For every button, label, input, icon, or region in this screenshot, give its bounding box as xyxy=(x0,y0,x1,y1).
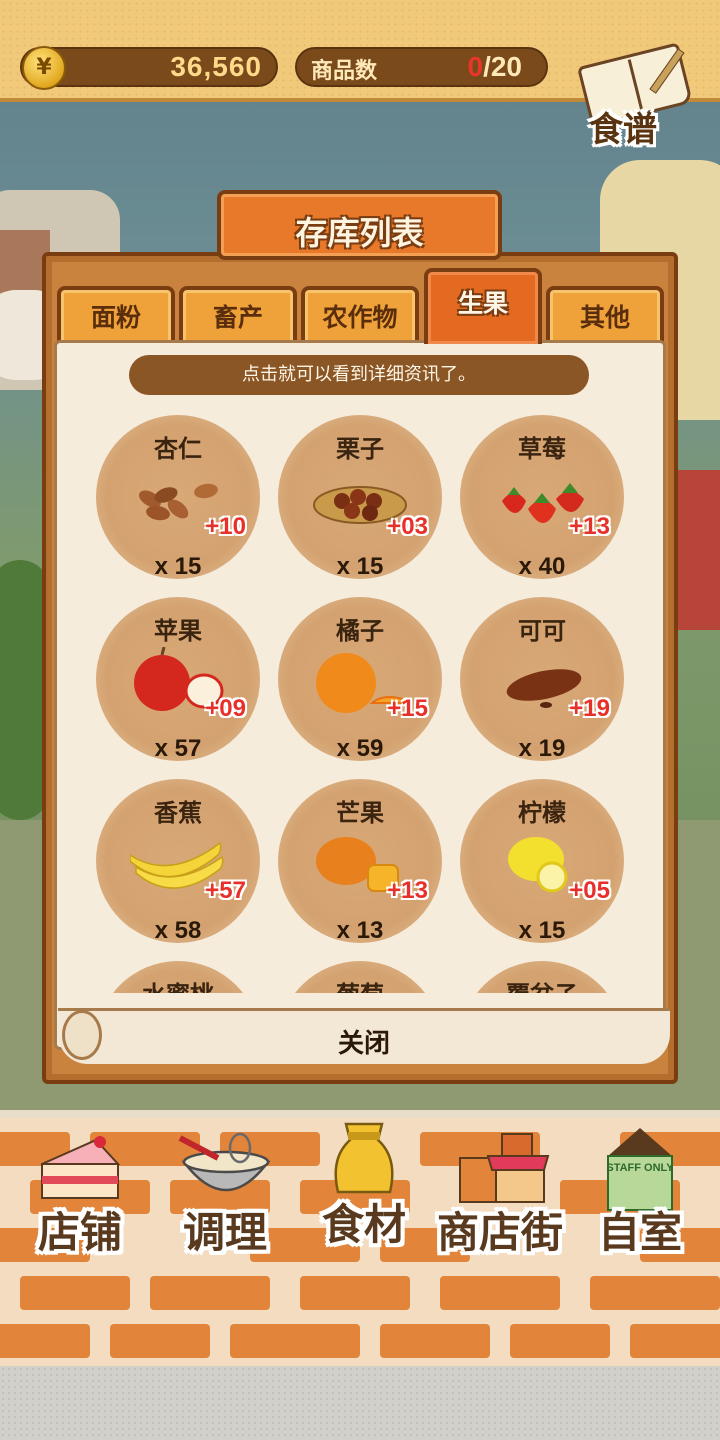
item-bonus: +09 xyxy=(205,695,246,722)
tab-fruit[interactable]: 生果 xyxy=(424,268,542,344)
tab-crops[interactable]: 农作物 xyxy=(301,286,419,344)
goods-count-display: 商品数 0/20 xyxy=(295,47,548,87)
recipe-label: 食谱 xyxy=(589,110,657,150)
hint-bar: 点击就可以看到详细资讯了。 xyxy=(129,355,589,395)
nav-shopping-street[interactable]: 商店街 xyxy=(430,1120,570,1260)
item-quantity: x 57 xyxy=(154,735,202,762)
close-label: 关闭 xyxy=(337,1029,390,1059)
item-cell-strawberry[interactable]: 草莓 +13 x 40 xyxy=(460,409,624,580)
money-display: ¥ 36,560 xyxy=(20,46,278,90)
money-value: 36,560 xyxy=(170,51,262,82)
item-bonus: +13 xyxy=(387,877,428,904)
item-cell-lemon[interactable]: 柠檬 +05 x 15 xyxy=(460,773,624,944)
item-bonus: +57 xyxy=(205,877,246,904)
tab-flour[interactable]: 面粉 xyxy=(57,286,175,344)
nav-cooking[interactable]: 调理 xyxy=(160,1120,290,1260)
item-cell-cacao[interactable]: 可可 +19 x 19 xyxy=(460,591,624,762)
item-bonus: +13 xyxy=(569,513,610,540)
mixing-bowl-icon xyxy=(178,1132,271,1192)
nav-shopping-street-label: 商店街 xyxy=(436,1208,563,1257)
ground xyxy=(0,1366,720,1440)
item-bonus: +19 xyxy=(569,695,610,722)
item-quantity: x 13 xyxy=(336,917,384,944)
item-cell-apple[interactable]: 苹果 +09 x 57 xyxy=(96,591,260,762)
goods-count: 0/20 xyxy=(467,51,522,83)
item-name: 栗子 xyxy=(336,435,384,463)
item-name: 覆盆子 xyxy=(460,975,624,993)
item-name: 葡萄 xyxy=(278,975,442,993)
flour-sack-icon xyxy=(334,1122,394,1194)
item-cell-raspberry[interactable]: 覆盆子 xyxy=(460,955,624,993)
modal-title: 存库列表 xyxy=(295,214,424,252)
item-cell-grape[interactable]: 葡萄 xyxy=(278,955,442,993)
nav-cooking-label: 调理 xyxy=(182,1208,267,1257)
item-grid[interactable]: 杏仁 +10 x 15 栗子 +03 x 15 草莓 +13 x 40 苹果 +… xyxy=(70,405,650,993)
item-bonus: +03 xyxy=(387,513,428,540)
item-name: 芒果 xyxy=(336,799,384,827)
item-bonus: +15 xyxy=(387,695,428,722)
tab-livestock[interactable]: 畜产 xyxy=(179,286,297,344)
nav-ingredients[interactable]: 食材 xyxy=(312,1112,416,1252)
item-quantity: x 58 xyxy=(154,917,202,944)
item-bonus: +05 xyxy=(569,877,610,904)
item-name: 草莓 xyxy=(518,435,566,463)
item-name: 水蜜桃 xyxy=(96,975,260,993)
item-name: 香蕉 xyxy=(154,799,202,827)
item-cell-banana[interactable]: 香蕉 +57 x 58 xyxy=(96,773,260,944)
item-quantity: x 15 xyxy=(154,553,202,580)
tab-other[interactable]: 其他 xyxy=(546,286,664,344)
item-quantity: x 40 xyxy=(518,553,566,580)
item-cell-mango[interactable]: 芒果 +13 x 13 xyxy=(278,773,442,944)
modal-title-plate: 存库列表 xyxy=(217,190,502,260)
shop-street-icon xyxy=(459,1133,550,1203)
yen-coin-icon: ¥ xyxy=(22,46,66,90)
recipe-book-button[interactable]: 食谱 xyxy=(577,40,697,150)
cake-icon xyxy=(41,1136,121,1199)
item-cell-almond[interactable]: 杏仁 +10 x 15 xyxy=(96,409,260,580)
item-name: 苹果 xyxy=(154,617,202,645)
item-quantity: x 15 xyxy=(336,553,384,580)
top-hud: ¥ 36,560 商品数 0/20 食谱 xyxy=(0,0,720,150)
nav-my-room[interactable]: STAFF ONLY 自室 xyxy=(590,1120,690,1260)
item-name: 橘子 xyxy=(336,617,384,645)
item-quantity: x 15 xyxy=(518,917,566,944)
close-button[interactable]: 关闭 xyxy=(58,1008,670,1064)
item-cell-chestnut[interactable]: 栗子 +03 x 15 xyxy=(278,409,442,580)
staff-only-sign-text: STAFF ONLY xyxy=(606,1162,674,1174)
item-name: 可可 xyxy=(518,617,566,645)
goods-label: 商品数 xyxy=(311,59,378,84)
item-name: 柠檬 xyxy=(518,799,566,827)
item-cell-orange[interactable]: 橘子 +15 x 59 xyxy=(278,591,442,762)
scroll-curl-decoration xyxy=(62,1010,102,1060)
item-cell-peach[interactable]: 水蜜桃 xyxy=(96,955,260,993)
item-name: 杏仁 xyxy=(154,435,202,463)
goods-current: 0 xyxy=(467,51,484,82)
item-bonus: +10 xyxy=(205,513,246,540)
nav-shop-label: 店铺 xyxy=(37,1208,122,1257)
nav-my-room-label: 自室 xyxy=(597,1208,682,1257)
nav-ingredients-label: 食材 xyxy=(321,1200,406,1249)
item-quantity: x 59 xyxy=(336,735,384,762)
nav-shop[interactable]: 店铺 xyxy=(20,1120,140,1260)
item-quantity: x 19 xyxy=(518,735,566,762)
goods-max: /20 xyxy=(483,51,522,82)
